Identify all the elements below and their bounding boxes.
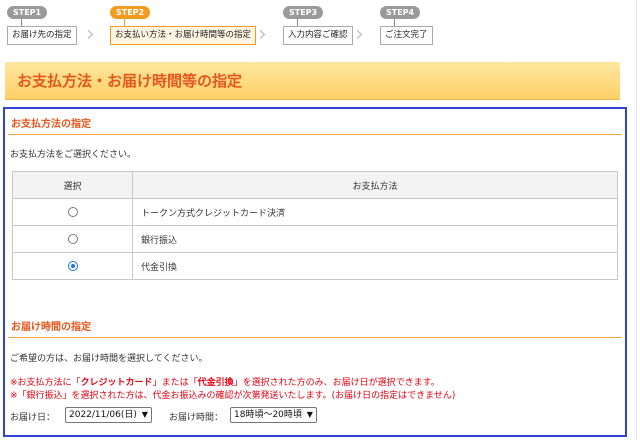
payment-radio-bank-transfer[interactable]	[67, 233, 78, 244]
delivery-instruction: ご希望の方は、お届け時間を選択してください。	[10, 354, 208, 364]
scrollbar-track[interactable]	[636, 0, 637, 440]
table-row[interactable]: トークン方式クレジットカード決済	[12, 198, 618, 226]
table-row[interactable]: 銀行振込	[12, 225, 618, 253]
step-2-badge: STEP2	[110, 6, 151, 19]
delivery-section-title: お届け時間の指定	[11, 322, 91, 333]
step-3-label: 入力内容ご確認	[283, 26, 353, 45]
payment-instruction: お支払方法をご選択ください。	[10, 150, 137, 160]
step-3-stem	[297, 19, 298, 26]
payment-section-header: お支払方法の指定	[8, 113, 622, 135]
payment-radio-credit[interactable]	[67, 206, 78, 217]
chevron-down-icon: ▼	[141, 410, 148, 419]
page-title-banner: お支払方法・お届け時間等の指定	[5, 62, 620, 100]
step-1-badge: STEP1	[7, 6, 48, 19]
chevron-right-icon: ›	[258, 22, 267, 47]
delivery-date-value: 2022/11/06(日)	[69, 410, 137, 420]
payment-radio-cod[interactable]	[67, 260, 78, 271]
step-1-stem	[21, 19, 22, 26]
step-4-label: ご注文完了	[380, 26, 433, 45]
payment-method-cod: 代金引換	[132, 252, 618, 280]
delivery-section-header: お届け時間の指定	[8, 316, 622, 338]
payment-method-credit: トークン方式クレジットカード決済	[132, 198, 618, 226]
step-2-label: お支払い方法・お届け時間等の指定	[110, 26, 257, 45]
checkout-steps: STEP1 お届け先の指定 › STEP2 お支払い方法・お届け時間等の指定 ›…	[0, 0, 640, 52]
step-3-badge: STEP3	[283, 6, 324, 19]
table-header-row: 選択 お支払方法	[12, 171, 618, 199]
chevron-right-icon: ›	[86, 22, 95, 47]
chevron-right-icon: ›	[355, 22, 364, 47]
order-options-panel: お支払方法の指定 お支払方法をご選択ください。 選択 お支払方法 トークン方式ク…	[3, 107, 627, 437]
delivery-time-select[interactable]: 18時頃～20時頃 ▼	[230, 407, 317, 423]
select-column-header: 選択	[12, 171, 133, 199]
delivery-time-label: お届け時間：	[169, 413, 224, 423]
payment-method-bank-transfer: 銀行振込	[132, 225, 618, 253]
delivery-date-select[interactable]: 2022/11/06(日) ▼	[65, 407, 152, 423]
delivery-time-value: 18時頃～20時頃	[234, 410, 302, 420]
step-1-label: お届け先の指定	[7, 26, 77, 45]
table-row[interactable]: 代金引換	[12, 252, 618, 280]
step-4-stem	[394, 19, 395, 26]
delivery-note-2: ※「銀行振込」を選択された方は、代金お振込みの確認が次第発送いたします。(お届け…	[10, 391, 456, 401]
step-2-stem	[124, 19, 125, 26]
payment-section-title: お支払方法の指定	[11, 119, 91, 130]
chevron-down-icon: ▼	[306, 410, 313, 419]
page-title: お支払方法・お届け時間等の指定	[17, 72, 243, 90]
delivery-note-1: ※お支払方法に「クレジットカード」または「代金引換」を選択された方のみ、お届け日…	[10, 378, 440, 388]
payment-method-table: 選択 お支払方法 トークン方式クレジットカード決済 銀行振込 代金引換	[12, 171, 618, 280]
method-column-header: お支払方法	[132, 171, 618, 199]
delivery-date-label: お届け日：	[10, 413, 56, 423]
step-4-badge: STEP4	[380, 6, 421, 19]
